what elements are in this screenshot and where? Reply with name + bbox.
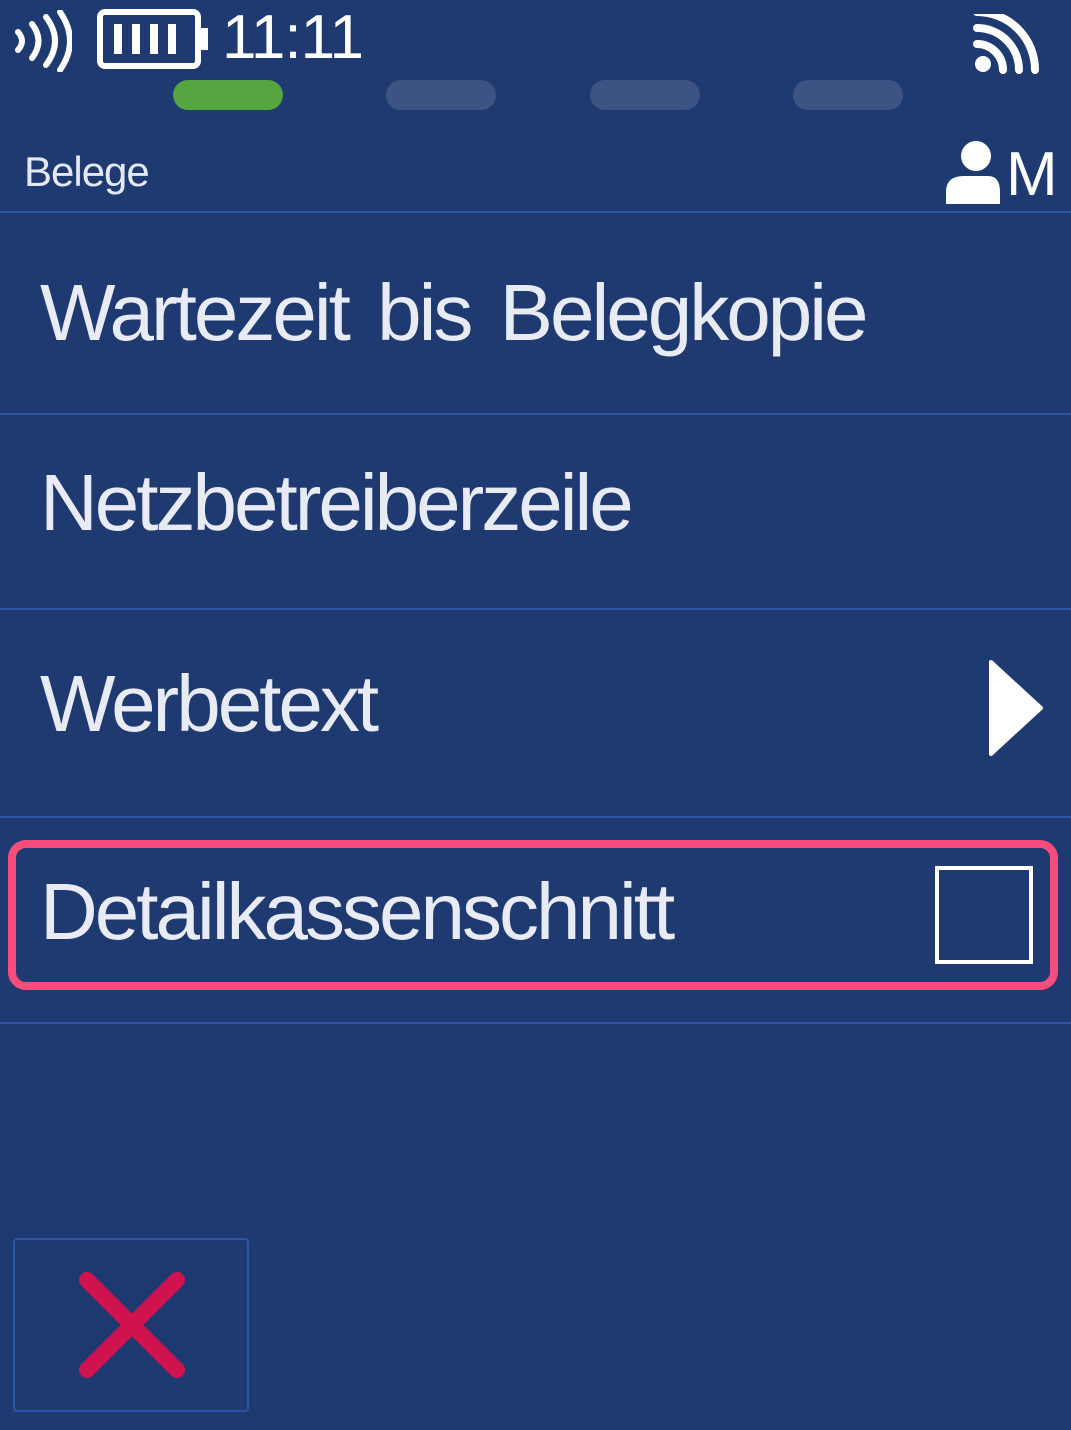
step-2 (386, 80, 496, 110)
menu-item-label: Wartezeit bis Belegkopie (40, 268, 868, 357)
step-indicator (0, 80, 1071, 110)
selection-highlight (8, 840, 1058, 990)
close-icon (79, 1272, 185, 1378)
step-4 (793, 80, 903, 110)
menu-item-werbetext[interactable]: Werbetext (0, 610, 1071, 816)
menu-item-netzbetreiberzeile[interactable]: Netzbetreiberzeile (0, 415, 1071, 608)
user-icon (946, 141, 1000, 204)
menu-item-label: Werbetext (40, 659, 379, 748)
menu-item-wartezeit[interactable]: Wartezeit bis Belegkopie (0, 213, 1071, 413)
page-title: Belege (24, 148, 150, 195)
menu-item-label: Netzbetreiberzeile (40, 458, 634, 547)
screen: 11:11 Belege M Wartezeit bis Belegkopie … (0, 0, 1071, 1430)
chevron-right-icon (989, 660, 1043, 756)
step-3 (590, 80, 700, 110)
contactless-icon (15, 10, 72, 72)
detailkassenschnitt-checkbox[interactable] (935, 866, 1033, 964)
cancel-button[interactable] (13, 1238, 249, 1412)
battery-full-icon (97, 9, 208, 69)
user-level: M (1006, 140, 1058, 209)
menu-divider (0, 1022, 1071, 1024)
wifi-signal-icon (973, 14, 1039, 74)
step-1 (173, 80, 283, 110)
clock: 11:11 (222, 3, 364, 72)
